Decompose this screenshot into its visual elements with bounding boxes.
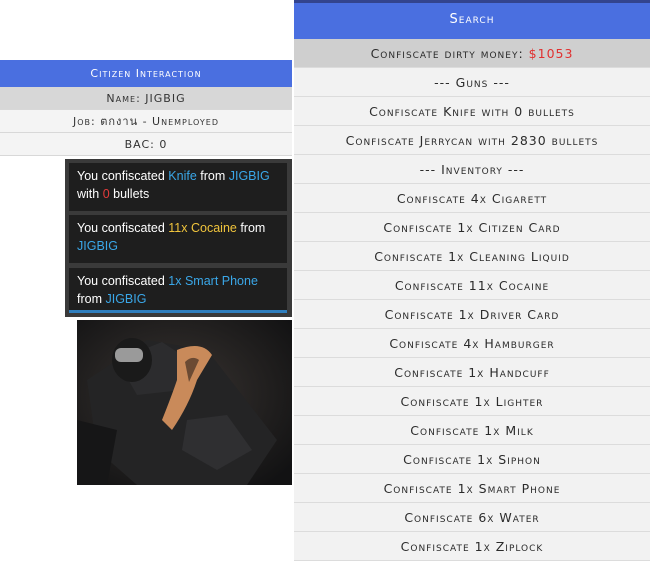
character-arm-illustration bbox=[77, 320, 292, 485]
search-menu-title: Search bbox=[294, 0, 650, 39]
menu-item[interactable]: Confiscate 1x Driver Card bbox=[294, 300, 650, 329]
notif-player-name: JIGBIG bbox=[228, 169, 270, 183]
menu-item[interactable]: Confiscate 1x Citizen Card bbox=[294, 213, 650, 242]
notification-knife: You confiscated Knife from JIGBIG with 0… bbox=[69, 163, 287, 211]
notif-item: 1x Smart Phone bbox=[168, 274, 258, 288]
citizen-panel-title: Citizen Interaction bbox=[0, 60, 292, 87]
notif-player-name: JIGBIG bbox=[105, 292, 147, 306]
menu-item[interactable]: Confiscate 4x Cigarett bbox=[294, 184, 650, 213]
citizen-bac-row[interactable]: BAC: 0 bbox=[0, 133, 292, 156]
notification-timer-bar bbox=[69, 310, 287, 313]
notif-text: with bbox=[77, 187, 103, 201]
menu-item[interactable]: Confiscate 11x Cocaine bbox=[294, 271, 650, 300]
menu-item[interactable]: Confiscate 1x Smart Phone bbox=[294, 474, 650, 503]
notif-text: You confiscated bbox=[77, 169, 169, 183]
menu-item[interactable]: Confiscate 1x Handcuff bbox=[294, 358, 650, 387]
notif-item: 11x Cocaine bbox=[168, 221, 237, 235]
menu-section-guns: --- Guns --- bbox=[294, 68, 650, 97]
notification-feed: You confiscated Knife from JIGBIG with 0… bbox=[65, 159, 292, 317]
menu-item[interactable]: Confiscate 1x Lighter bbox=[294, 387, 650, 416]
menu-item[interactable]: Confiscate Knife with 0 bullets bbox=[294, 97, 650, 126]
money-label: Confiscate dirty money: bbox=[370, 45, 524, 61]
notif-text: from bbox=[77, 292, 106, 306]
citizen-name-row[interactable]: Name: JIGBIG bbox=[0, 87, 292, 110]
menu-item[interactable]: Confiscate 4x Hamburger bbox=[294, 329, 650, 358]
menu-item[interactable]: Confiscate 1x Milk bbox=[294, 416, 650, 445]
notif-item: Knife bbox=[168, 169, 197, 183]
notif-count: 0 bbox=[102, 187, 110, 201]
money-value: $1053 bbox=[528, 45, 574, 61]
citizen-interaction-panel: Citizen Interaction Name: JIGBIG Job: ตก… bbox=[0, 60, 292, 156]
menu-item[interactable]: Confiscate 1x Ziplock bbox=[294, 532, 650, 561]
confiscate-money-item[interactable]: Confiscate dirty money: $1053 bbox=[294, 39, 650, 68]
notification-smartphone: You confiscated 1x Smart Phone from JIGB… bbox=[69, 268, 287, 310]
notification-cocaine: You confiscated 11x Cocaine from JIGBIG bbox=[69, 215, 287, 263]
notif-text: You confiscated bbox=[77, 274, 169, 288]
menu-section-inventory: --- Inventory --- bbox=[294, 155, 650, 184]
menu-item[interactable]: Confiscate 1x Cleaning Liquid bbox=[294, 242, 650, 271]
menu-item[interactable]: Confiscate 1x Siphon bbox=[294, 445, 650, 474]
notif-text: bullets bbox=[109, 187, 150, 201]
citizen-job-row[interactable]: Job: ตกงาน - Unemployed bbox=[0, 110, 292, 133]
search-menu: Search Confiscate dirty money: $1053 ---… bbox=[294, 0, 650, 561]
notif-text: from bbox=[196, 169, 229, 183]
menu-item[interactable]: Confiscate Jerrycan with 2830 bullets bbox=[294, 126, 650, 155]
game-scene-image bbox=[77, 320, 292, 485]
notif-text: You confiscated bbox=[77, 221, 169, 235]
menu-item[interactable]: Confiscate 6x Water bbox=[294, 503, 650, 532]
notif-text: from bbox=[236, 221, 266, 235]
notif-player-name: JIGBIG bbox=[77, 239, 118, 253]
